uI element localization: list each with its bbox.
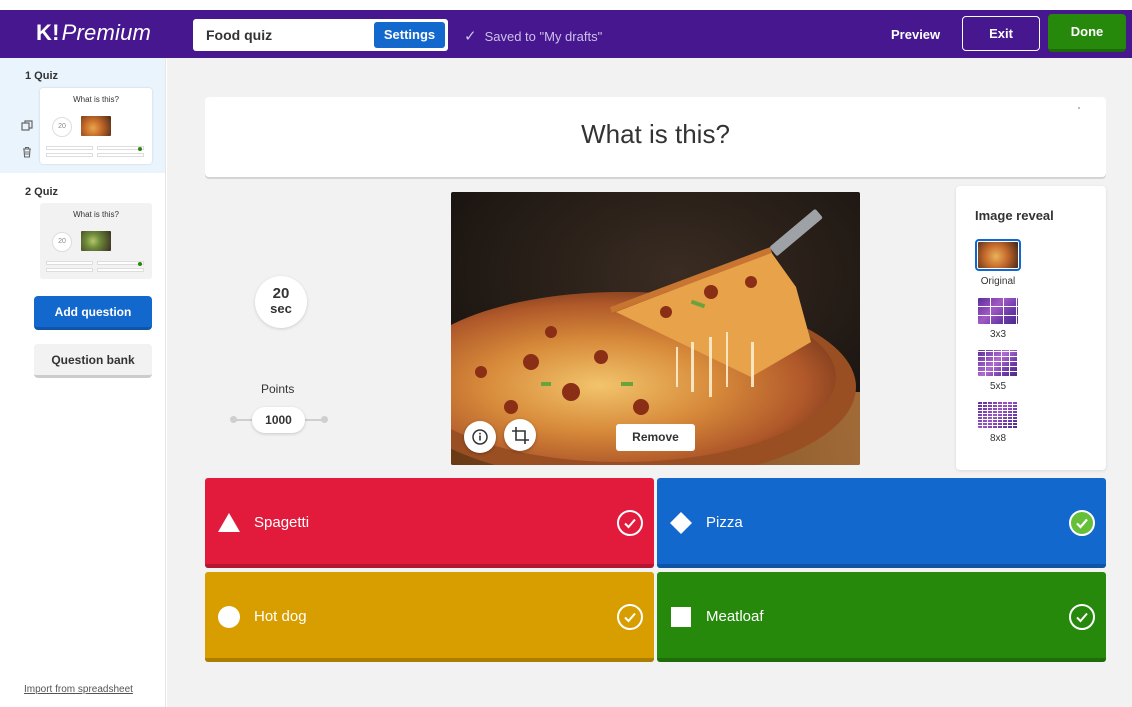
answer-text[interactable]: Meatloaf xyxy=(706,608,764,625)
answer-text[interactable]: Spagetti xyxy=(254,514,309,531)
thumbnail-answer-bar xyxy=(97,153,144,157)
reveal-thumbnail-original[interactable] xyxy=(975,239,1021,271)
thumbnail-timer: 20 xyxy=(52,117,72,137)
save-status: ✓ Saved to "My drafts" xyxy=(464,27,602,45)
time-limit-button[interactable]: 20 sec xyxy=(255,276,307,328)
reveal-thumbnail-3x3[interactable] xyxy=(978,298,1018,324)
question-thumbnail[interactable]: What is this? 20 xyxy=(40,203,152,279)
thumbnail-image xyxy=(81,116,111,136)
top-bar: K!Premium Food quiz Settings ✓ Saved to "… xyxy=(0,10,1132,58)
thumbnail-correct-dot xyxy=(138,262,142,266)
duplicate-icon[interactable] xyxy=(21,120,33,132)
answer-option-3[interactable]: Hot dog xyxy=(205,572,654,662)
question-image[interactable]: Remove xyxy=(451,192,860,465)
points-label: Points xyxy=(261,382,295,396)
answer-text[interactable]: Pizza xyxy=(706,514,743,531)
question-thumbnail[interactable]: What is this? 20 xyxy=(40,88,152,164)
thumbnail-correct-dot xyxy=(138,147,142,151)
kahoot-title-text[interactable]: Food quiz xyxy=(206,27,272,43)
answer-option-2[interactable]: Pizza xyxy=(657,478,1106,568)
check-icon xyxy=(624,518,636,529)
diamond-icon xyxy=(670,512,692,534)
character-counter-dot xyxy=(1078,107,1080,109)
time-limit-value: 20 xyxy=(272,285,290,302)
import-spreadsheet-link[interactable]: Import from spreadsheet xyxy=(24,684,133,695)
points-value-button[interactable]: 1000 xyxy=(252,407,305,433)
kahoot-title-field[interactable]: Food quiz Settings xyxy=(193,19,448,51)
thumbnail-answer-bar xyxy=(46,146,93,150)
reveal-thumbnail-5x5[interactable] xyxy=(978,350,1018,376)
sidebar-question-2[interactable]: 2 Quiz What is this? 20 xyxy=(0,176,165,286)
reveal-option-label: Original xyxy=(980,276,1016,287)
thumbnail-answer-bar xyxy=(46,153,93,157)
answer-text[interactable]: Hot dog xyxy=(254,608,307,625)
crop-icon xyxy=(512,427,529,444)
correct-answer-toggle[interactable] xyxy=(1069,604,1095,630)
question-editor: What is this? 20 sec Points 1000 Remove … xyxy=(167,58,1132,707)
question-number-label: 2 Quiz xyxy=(25,186,59,198)
correct-answer-toggle[interactable] xyxy=(1069,510,1095,536)
correct-answer-toggle[interactable] xyxy=(617,510,643,536)
reveal-option-label: 5x5 xyxy=(989,381,1007,392)
settings-button[interactable]: Settings xyxy=(374,22,445,48)
time-limit-unit: sec xyxy=(270,301,292,316)
reveal-option-5x5[interactable]: 5x5 xyxy=(956,350,1040,396)
square-icon xyxy=(671,607,691,627)
question-sidebar: 1 Quiz What is this? 20 2 Quiz What is t… xyxy=(0,58,166,707)
delete-icon[interactable] xyxy=(21,146,33,158)
correct-answer-toggle[interactable] xyxy=(617,604,643,630)
remove-image-button[interactable]: Remove xyxy=(616,424,695,451)
check-icon xyxy=(1076,518,1088,529)
thumbnail-answer-bar xyxy=(97,261,144,265)
thumbnail-question-text: What is this? xyxy=(73,95,119,104)
image-info-button[interactable] xyxy=(464,421,496,453)
question-bank-button[interactable]: Question bank xyxy=(34,344,152,378)
check-icon xyxy=(1076,612,1088,623)
add-question-button[interactable]: Add question xyxy=(34,296,152,330)
image-reveal-panel: Image reveal Original 3x3 5x5 8x8 xyxy=(956,186,1106,470)
reveal-option-8x8[interactable]: 8x8 xyxy=(956,402,1040,448)
info-icon xyxy=(472,429,488,445)
question-title-text[interactable]: What is this? xyxy=(205,119,1106,150)
sidebar-question-1[interactable]: 1 Quiz What is this? 20 xyxy=(0,58,165,173)
circle-icon xyxy=(218,606,240,628)
done-button[interactable]: Done xyxy=(1048,14,1126,52)
thumbnail-answer-bar xyxy=(46,261,93,265)
save-status-text: Saved to "My drafts" xyxy=(484,29,603,44)
reveal-thumbnail-8x8[interactable] xyxy=(978,402,1018,428)
preview-button[interactable]: Preview xyxy=(891,27,940,42)
points-slider-max-dot[interactable] xyxy=(321,416,328,423)
points-slider-min-dot[interactable] xyxy=(230,416,237,423)
answer-option-4[interactable]: Meatloaf xyxy=(657,572,1106,662)
reveal-option-label: 3x3 xyxy=(989,329,1007,340)
image-reveal-title: Image reveal xyxy=(975,208,1054,223)
logo-text: Premium xyxy=(61,20,152,45)
reveal-option-original[interactable]: Original xyxy=(956,239,1040,290)
exit-button[interactable]: Exit xyxy=(962,16,1040,51)
thumbnail-answer-bar xyxy=(97,146,144,150)
question-title-field[interactable]: What is this? xyxy=(205,97,1106,177)
thumbnail-timer: 20 xyxy=(52,232,72,252)
thumbnail-image xyxy=(81,231,111,251)
question-number-label: 1 Quiz xyxy=(25,70,59,82)
thumbnail-answer-bar xyxy=(46,268,93,272)
image-crop-button[interactable] xyxy=(504,419,536,451)
answer-option-1[interactable]: Spagetti xyxy=(205,478,654,568)
check-icon xyxy=(624,612,636,623)
triangle-icon xyxy=(218,513,240,532)
kahoot-premium-logo[interactable]: K!Premium xyxy=(36,20,151,46)
logo-k: K! xyxy=(36,20,60,45)
reveal-option-3x3[interactable]: 3x3 xyxy=(956,298,1040,344)
reveal-option-label: 8x8 xyxy=(989,433,1007,444)
thumbnail-answer-bar xyxy=(97,268,144,272)
check-icon: ✓ xyxy=(464,28,477,45)
thumbnail-question-text: What is this? xyxy=(73,210,119,219)
